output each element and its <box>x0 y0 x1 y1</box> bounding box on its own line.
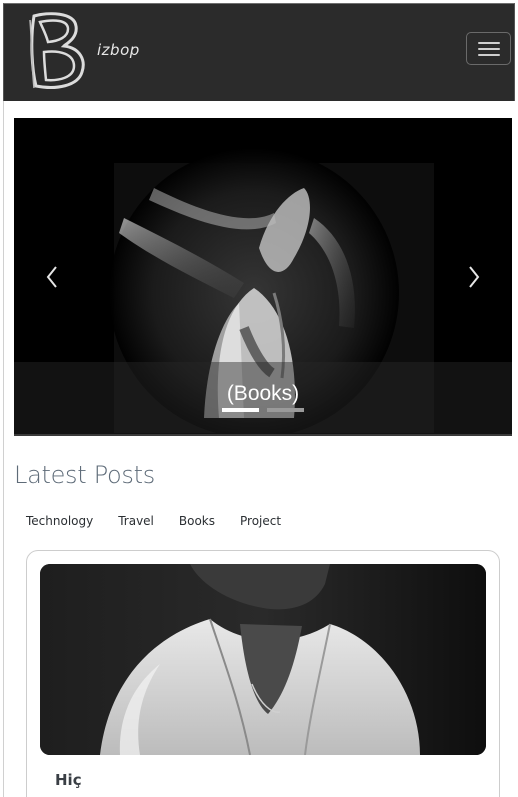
carousel-indicators <box>222 408 304 412</box>
brand-logo-icon <box>29 12 85 89</box>
filter-books[interactable]: Books <box>179 514 215 528</box>
carousel-indicator-1[interactable] <box>222 408 259 412</box>
navbar: izbop <box>3 3 515 101</box>
hero-carousel[interactable]: (Books) <box>14 118 512 436</box>
carousel-next-button[interactable] <box>462 260 486 294</box>
hamburger-icon <box>478 42 500 44</box>
filter-technology[interactable]: Technology <box>26 514 93 528</box>
brand-name[interactable]: izbop <box>97 41 140 59</box>
carousel-indicator-2[interactable] <box>267 408 304 412</box>
chevron-left-icon <box>46 266 57 288</box>
page-border <box>3 101 4 797</box>
post-image <box>40 564 486 755</box>
post-card[interactable]: Hiç <box>26 550 500 797</box>
post-card-image[interactable] <box>40 564 486 755</box>
post-title[interactable]: Hiç <box>55 771 82 789</box>
carousel-prev-button[interactable] <box>40 260 64 294</box>
latest-posts-title: Latest Posts <box>14 461 155 489</box>
filter-travel[interactable]: Travel <box>118 514 154 528</box>
carousel-caption: (Books) <box>226 382 300 405</box>
navbar-toggler-button[interactable] <box>466 32 511 65</box>
brand-logo[interactable] <box>26 10 88 90</box>
filter-project[interactable]: Project <box>240 514 281 528</box>
post-category-filters: Technology Travel Books Project <box>26 514 306 528</box>
chevron-right-icon <box>469 266 480 288</box>
